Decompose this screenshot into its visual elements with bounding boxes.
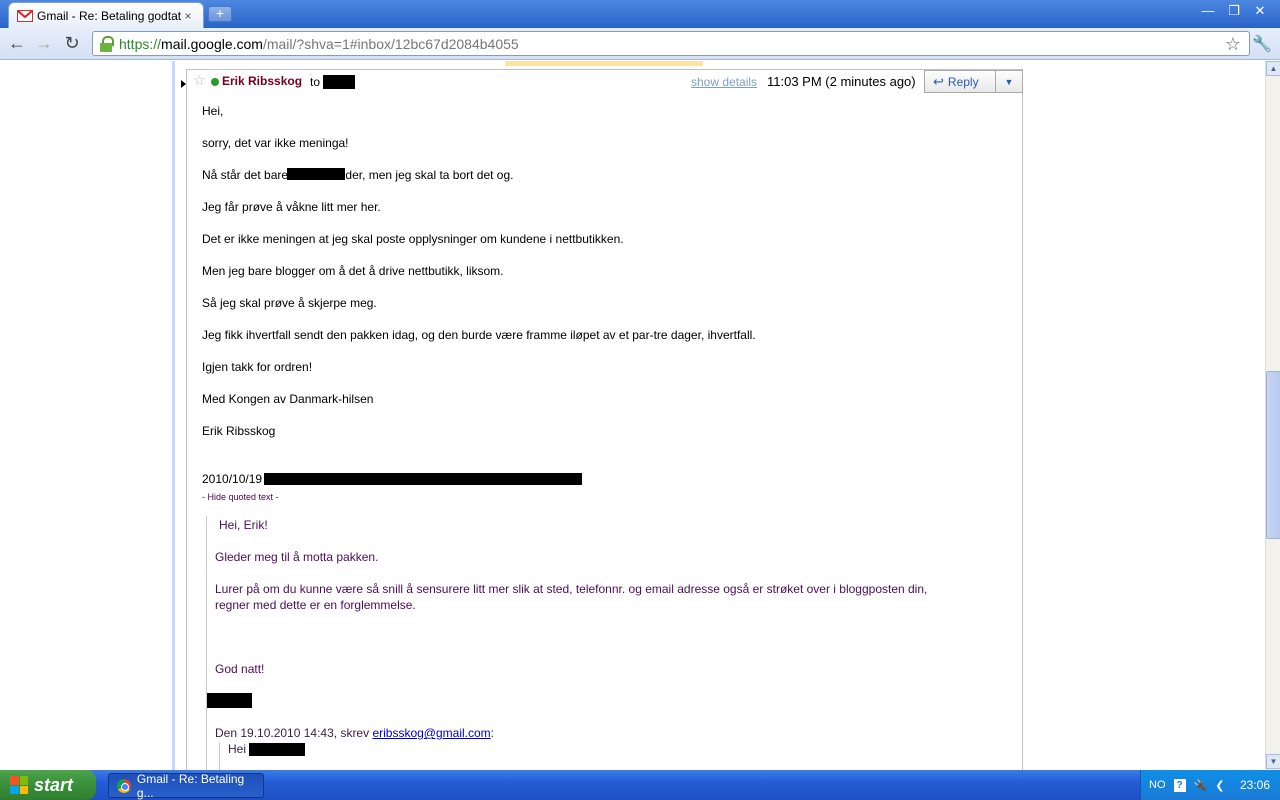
show-details-link[interactable]: show details <box>691 75 757 89</box>
start-label: start <box>34 774 74 795</box>
lock-icon <box>99 35 114 52</box>
body-line: Men jeg bare blogger om å det å drive ne… <box>202 264 504 278</box>
hide-quoted-text-link[interactable]: - Hide quoted text - <box>202 489 279 505</box>
back-arrow-icon[interactable]: ← <box>6 33 28 55</box>
quote-border <box>206 516 207 770</box>
scroll-down-icon[interactable]: ▼ <box>1266 754 1280 769</box>
sender-name[interactable]: Erik Ribsskog <box>222 74 302 88</box>
start-button[interactable]: start <box>0 770 96 800</box>
thread-left-border <box>172 61 175 770</box>
quote-date-line: 2010/10/19 <box>202 471 583 487</box>
body-line: Så jeg skal prøve å skjerpe meg. <box>202 296 377 310</box>
reload-icon[interactable]: ↻ <box>61 33 83 55</box>
recipient: to <box>310 75 356 89</box>
reply-dropdown-button[interactable]: ▼ <box>995 70 1023 93</box>
help-icon[interactable]: ? <box>1173 778 1186 792</box>
online-status-icon <box>211 78 219 86</box>
redacted-recipient <box>323 75 356 89</box>
body-line: sorry, det var ikke meninga! <box>202 136 349 150</box>
clock: 23:06 <box>1239 778 1270 792</box>
scroll-up-icon[interactable]: ▲ <box>1266 61 1280 76</box>
quote-line: regner med dette er en forglemmelse. <box>215 598 416 612</box>
taskbar-item-gmail[interactable]: Gmail - Re: Betaling g... <box>108 771 264 800</box>
redacted-name <box>249 743 306 756</box>
url-path: /mail/?shva=1#inbox/12bc67d2084b4055 <box>262 35 519 52</box>
tab-close-icon[interactable]: × <box>181 9 195 23</box>
task-title: Gmail - Re: Betaling g... <box>136 771 245 800</box>
quote-line: God natt! <box>215 662 265 676</box>
gmail-icon <box>17 9 33 22</box>
url-host: mail.google.com <box>161 35 263 52</box>
body-line: Det er ikke meningen at jeg skal poste o… <box>202 232 624 246</box>
wrench-icon[interactable]: 🔧 <box>1252 34 1272 54</box>
url-scheme: https:// <box>119 35 162 52</box>
redacted-text <box>287 168 346 180</box>
quote-line: Lurer på om du kunne være så snill å sen… <box>215 582 928 596</box>
quote-reply-header: Den 19.10.2010 14:43, skrev eribsskog@gm… <box>215 726 495 740</box>
address-bar[interactable]: https://mail.google.com/mail/?shva=1#inb… <box>92 31 1250 56</box>
body-line: Nå står det bare der, men jeg skal ta bo… <box>202 168 514 182</box>
chrome-icon <box>117 778 131 793</box>
page-scrollbar[interactable]: ▲ ▼ <box>1265 61 1280 770</box>
tab-gmail[interactable]: Gmail - Re: Betaling godtat... × <box>8 2 204 28</box>
restore-button[interactable]: ❐ <box>1222 2 1246 20</box>
network-icon[interactable]: 🔌 <box>1194 779 1208 792</box>
scroll-thumb[interactable] <box>1266 371 1280 539</box>
tray-expand-icon[interactable]: ❮ <box>1215 779 1224 792</box>
to-label: to <box>310 75 321 89</box>
page-content: ☆ Erik Ribsskog to show details 11:03 PM… <box>0 61 1265 770</box>
star-icon[interactable]: ☆ <box>193 72 206 89</box>
body-line: Jeg får prøve å våkne litt mer her. <box>202 200 381 214</box>
new-tab-button[interactable]: + <box>208 6 232 22</box>
bookmark-star-icon[interactable]: ☆ <box>1225 34 1241 55</box>
browser-titlebar: Gmail - Re: Betaling godtat... × + — ❐ ✕ <box>0 0 1280 28</box>
reply-arrow-icon: ↩ <box>933 73 944 89</box>
message-header[interactable]: ☆ Erik Ribsskog to show details 11:03 PM… <box>181 70 1023 94</box>
reply-button[interactable]: ↩ Reply <box>924 70 996 93</box>
email-message: ☆ Erik Ribsskog to show details 11:03 PM… <box>181 69 1023 770</box>
system-tray: NO ? 🔌 ❮ 23:06 <box>1140 770 1280 800</box>
reply-label: Reply <box>947 74 979 89</box>
body-line: Med Kongen av Danmark-hilsen <box>202 392 374 406</box>
body-line: Hei, <box>202 104 224 118</box>
body-line: Erik Ribsskog <box>202 424 276 438</box>
body-line: Jeg fikk ihvertfall sendt den pakken ida… <box>202 328 756 342</box>
expand-triangle-icon[interactable] <box>181 80 186 88</box>
quote-line: Gleder meg til å motta pakken. <box>215 550 379 564</box>
language-indicator[interactable]: NO <box>1149 779 1166 791</box>
browser-toolbar: ← → ↻ https://mail.google.com/mail/?shva… <box>0 28 1280 60</box>
body-line: Igjen takk for ordren! <box>202 360 313 374</box>
windows-taskbar: start Gmail - Re: Betaling g... NO ? 🔌 ❮… <box>0 770 1280 800</box>
windows-logo-icon <box>10 776 28 794</box>
redacted-quote-header <box>264 473 583 485</box>
message-time: 11:03 PM (2 minutes ago) <box>767 74 916 89</box>
redacted-signature <box>207 693 252 708</box>
forward-arrow-icon[interactable]: → <box>33 33 55 55</box>
nested-quote-line: Hei <box>228 741 306 757</box>
nested-quote-border <box>219 742 220 770</box>
close-window-button[interactable]: ✕ <box>1248 2 1272 20</box>
minimize-button[interactable]: — <box>1196 2 1220 20</box>
notification-banner <box>505 61 703 66</box>
quote-line: Hei, Erik! <box>219 518 268 532</box>
email-link[interactable]: eribsskog@gmail.com <box>372 726 490 740</box>
tab-title: Gmail - Re: Betaling godtat... <box>37 8 181 23</box>
